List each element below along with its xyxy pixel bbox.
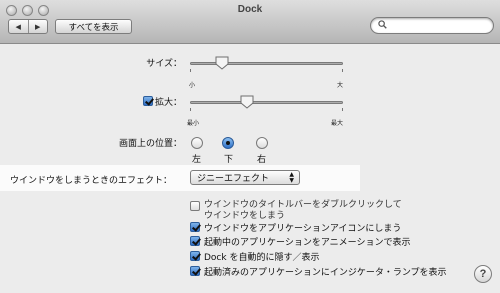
magnification-min-label: 最小 xyxy=(187,120,200,127)
popup-arrows-icon: ▲ ▼ xyxy=(289,171,294,184)
magnification-slider-track xyxy=(190,101,343,104)
animate-opening-checkbox[interactable] xyxy=(190,236,200,246)
animate-opening-label: 起動中のアプリケーションをアニメーションで表示 xyxy=(204,238,411,248)
indicator-lights-checkbox[interactable] xyxy=(190,266,200,276)
slider-tick xyxy=(342,108,343,111)
position-left-label: 左 xyxy=(192,155,202,165)
minimize-effect-label: ウインドウをしまうときのエフェクト： xyxy=(10,176,173,186)
slider-tick xyxy=(342,69,343,72)
window-title: Dock xyxy=(237,4,263,15)
position-left-radio[interactable] xyxy=(191,137,203,149)
magnification-checkbox[interactable] xyxy=(143,96,153,106)
size-max-label: 大 xyxy=(337,82,344,89)
magnification-slider-ticks xyxy=(190,108,343,112)
size-slider-knob[interactable] xyxy=(215,56,229,70)
help-button[interactable]: ? xyxy=(474,265,492,283)
position-bottom-label: 下 xyxy=(224,155,234,165)
show-all-button[interactable]: すべてを表示 xyxy=(55,19,132,34)
autohide-dock-checkbox[interactable] xyxy=(190,251,200,261)
forward-button[interactable]: ▶ xyxy=(27,20,48,33)
back-forward-control: ◀ ▶ xyxy=(8,19,48,34)
double-click-minimize-checkbox[interactable] xyxy=(190,201,200,211)
indicator-lights-label: 起動済みのアプリケーションにインジケータ・ランプを表示 xyxy=(204,268,447,278)
magnification-slider[interactable] xyxy=(190,94,343,112)
slider-tick xyxy=(190,69,191,72)
position-bottom-radio[interactable] xyxy=(222,137,234,149)
size-label: サイズ： xyxy=(146,59,182,69)
position-right-label: 右 xyxy=(257,155,267,165)
size-slider-track xyxy=(190,62,343,65)
window-toolbar: Dock ◀ ▶ すべてを表示 xyxy=(0,0,500,44)
minimize-into-app-icon-checkbox[interactable] xyxy=(190,222,200,232)
double-click-minimize-label-line2: ウインドウをしまう xyxy=(204,211,286,221)
minimize-effect-popup[interactable]: ジニーエフェクト ▲ ▼ xyxy=(190,170,300,185)
position-label: 画面上の位置： xyxy=(118,139,182,149)
slider-tick xyxy=(190,108,191,111)
autohide-dock-label: Dock を自動的に隠す／表示 xyxy=(204,253,320,263)
size-slider-ticks xyxy=(190,69,343,73)
search-field[interactable] xyxy=(370,17,494,34)
magnification-slider-knob[interactable] xyxy=(240,95,254,109)
magnification-label: 拡大： xyxy=(154,98,182,108)
position-right-radio[interactable] xyxy=(256,137,268,149)
back-button[interactable]: ◀ xyxy=(9,20,28,33)
minimize-effect-value: ジニーエフェクト xyxy=(197,174,270,184)
size-slider[interactable] xyxy=(190,55,343,73)
search-icon xyxy=(378,20,387,29)
minimize-into-app-icon-label: ウインドウをアプリケーションアイコンにしまう xyxy=(204,224,402,234)
magnification-max-label: 最大 xyxy=(331,120,344,127)
size-min-label: 小 xyxy=(189,82,196,89)
